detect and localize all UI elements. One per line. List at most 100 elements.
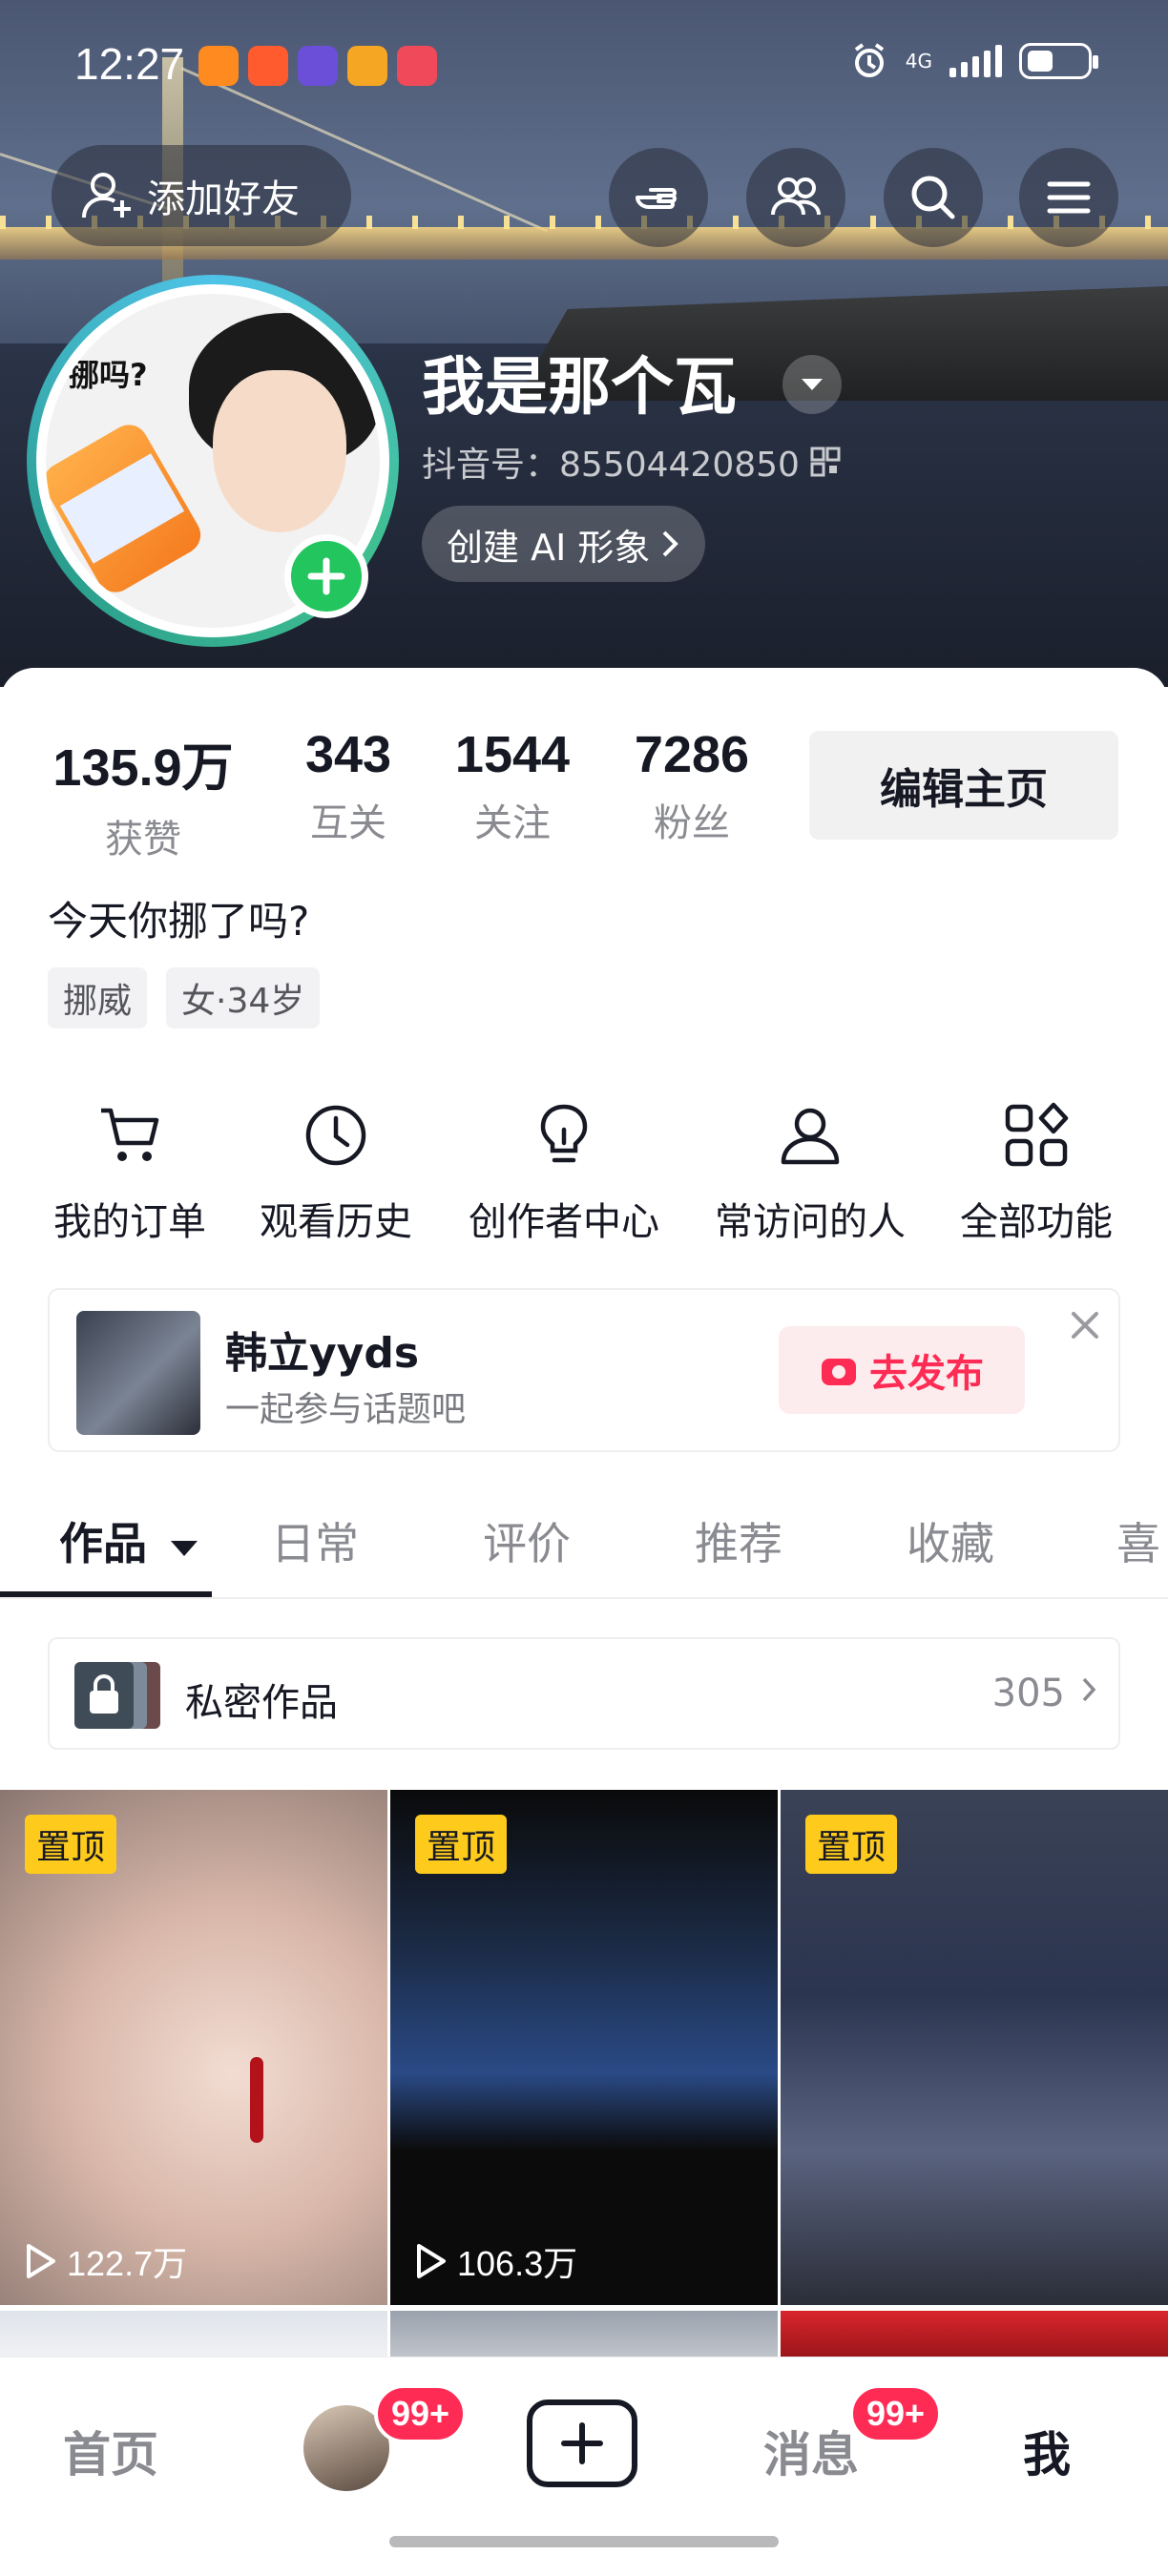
alarm-icon — [854, 43, 884, 77]
bio: 今天你挪了吗? — [48, 898, 310, 945]
tab-recommend[interactable]: 推荐 — [695, 1509, 782, 1572]
account-switch-button[interactable] — [782, 355, 842, 414]
feature-orders[interactable]: 我的订单 — [48, 1097, 212, 1246]
network-label: 4G — [905, 50, 932, 73]
location-tag: 挪威 — [48, 967, 148, 1028]
add-person-icon — [82, 173, 131, 218]
stat-value: 7286 — [634, 726, 750, 783]
menu-icon — [1047, 181, 1091, 214]
private-works-count: 305 — [991, 1672, 1065, 1715]
view-count: 106.3万 — [413, 2236, 577, 2286]
status-time: 12:27 — [74, 39, 185, 89]
clock-icon — [305, 1105, 366, 1166]
publish-button[interactable]: 去发布 — [779, 1326, 1025, 1414]
content-tabs: 作品 日常 评价 推荐 收藏 喜 — [0, 1500, 1168, 1599]
search-icon — [911, 176, 955, 219]
feature-creator-center[interactable]: 创作者中心 — [456, 1097, 672, 1246]
view-count-value: 122.7万 — [67, 2244, 188, 2283]
create-ai-avatar-button[interactable]: 创建 AI 形象 — [422, 506, 706, 582]
home-indicator — [389, 2536, 779, 2547]
tab-reviews[interactable]: 评价 — [483, 1509, 571, 1572]
promo-title: 韩立yyds — [225, 1329, 420, 1378]
stat-following[interactable]: 1544 关注 — [441, 725, 584, 847]
weibo-icon — [347, 46, 387, 86]
friends-icon — [771, 177, 821, 216]
app-notification-icon — [298, 46, 338, 86]
stat-label: 互关 — [310, 801, 386, 845]
create-button[interactable] — [527, 2399, 637, 2487]
video-thumbnail[interactable]: 置顶 — [781, 1790, 1168, 2305]
nav-home[interactable]: 首页 — [63, 2417, 158, 2485]
douyin-id[interactable]: 抖音号：85504420850 — [422, 437, 842, 487]
nav-me[interactable]: 我 — [1023, 2417, 1071, 2485]
video-grid: 置顶 122.7万 置顶 106.3万 置顶 — [0, 1790, 1168, 2368]
private-thumbnails — [74, 1662, 168, 1729]
ai-chip-label: 创建 AI 形象 — [447, 526, 651, 569]
feature-frequent-visitors[interactable]: 常访问的人 — [702, 1097, 918, 1246]
battery-icon — [1019, 43, 1098, 79]
feature-label: 常访问的人 — [715, 1200, 906, 1244]
stat-likes[interactable]: 135.9万 获赞 — [48, 725, 239, 863]
stat-followers[interactable]: 7286 粉丝 — [620, 725, 763, 847]
profile-tags: 挪威 女·34岁 — [48, 967, 321, 1028]
chevron-down-icon — [802, 379, 823, 390]
nav-messages[interactable]: 消息 — [763, 2417, 859, 2485]
plus-icon — [561, 2422, 603, 2464]
video-thumbnail[interactable]: 置顶 122.7万 — [0, 1790, 387, 2305]
lock-icon — [90, 1674, 118, 1714]
chevron-right-icon — [1082, 1677, 1096, 1702]
topic-promo-card[interactable]: 韩立yyds 一起参与话题吧 去发布 — [48, 1288, 1120, 1452]
stat-label: 获赞 — [105, 818, 181, 862]
add-friend-label: 添加好友 — [147, 177, 300, 221]
feature-all-functions[interactable]: 全部功能 — [952, 1097, 1120, 1246]
menu-button[interactable] — [1019, 148, 1118, 247]
view-count-value: 106.3万 — [457, 2244, 578, 2283]
signal-icon — [949, 45, 1002, 77]
douyin-id-text: 抖音号：85504420850 — [422, 446, 800, 485]
tab-works[interactable]: 作品 — [59, 1509, 200, 1572]
promo-thumbnail — [76, 1311, 200, 1435]
stat-value: 135.9万 — [52, 739, 234, 797]
feature-shortcuts: 我的订单 观看历史 创作者中心 常访问的人 全部功能 — [0, 1097, 1168, 1250]
close-icon[interactable] — [1069, 1309, 1101, 1341]
tab-indicator — [0, 1591, 212, 1597]
camera-icon — [822, 1359, 856, 1385]
tab-label: 作品 — [59, 1518, 147, 1569]
promo-subtitle: 一起参与话题吧 — [225, 1390, 467, 1429]
edit-profile-button[interactable]: 编辑主页 — [809, 731, 1118, 840]
feature-history[interactable]: 观看历史 — [254, 1097, 418, 1246]
app-notification-icon — [248, 46, 288, 86]
tab-likes[interactable]: 喜 — [1116, 1509, 1160, 1572]
search-button[interactable] — [884, 148, 983, 247]
stat-mutual[interactable]: 343 互关 — [277, 725, 420, 847]
qr-code-icon — [810, 447, 841, 477]
private-works-row[interactable]: 私密作品 305 — [48, 1637, 1120, 1750]
view-count: 122.7万 — [23, 2236, 187, 2286]
video-thumbnail[interactable]: 置顶 106.3万 — [390, 1790, 778, 2305]
nickname: 我是那个瓦 — [422, 350, 737, 424]
private-works-label: 私密作品 — [185, 1681, 338, 1725]
video-app-icon — [397, 46, 437, 86]
person-icon — [781, 1108, 840, 1165]
plus-icon — [307, 557, 345, 595]
friends-badge: 99+ — [374, 2384, 468, 2443]
notification-icons — [198, 46, 437, 86]
feature-label: 创作者中心 — [469, 1200, 659, 1244]
friends-button[interactable] — [746, 148, 845, 247]
pinned-badge: 置顶 — [805, 1815, 898, 1874]
tab-daily[interactable]: 日常 — [271, 1509, 359, 1572]
status-bar: 12:27 4G — [0, 0, 1168, 134]
stat-label: 粉丝 — [654, 801, 730, 845]
stat-value: 343 — [304, 726, 392, 783]
add-avatar-button[interactable] — [284, 534, 368, 618]
add-friend-button[interactable]: 添加好友 — [52, 145, 351, 246]
hand-point-button[interactable] — [609, 148, 708, 247]
tab-favorites[interactable]: 收藏 — [907, 1509, 994, 1572]
publish-label: 去发布 — [869, 1352, 984, 1396]
lightbulb-icon — [540, 1104, 588, 1163]
feature-label: 全部功能 — [960, 1200, 1113, 1244]
stat-value: 1544 — [454, 726, 571, 783]
pinned-badge: 置顶 — [415, 1815, 508, 1874]
chevron-right-icon — [662, 530, 679, 557]
avatar-face — [213, 370, 346, 532]
